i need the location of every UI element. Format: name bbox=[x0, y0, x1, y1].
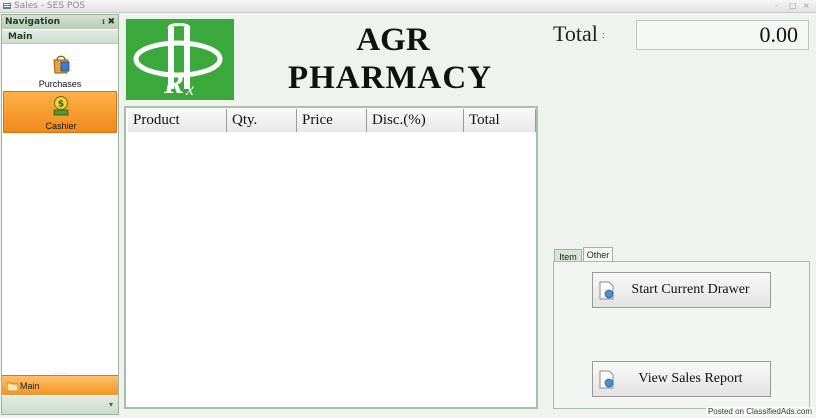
nav-item-label: Cashier bbox=[45, 121, 77, 131]
view-sales-report-button[interactable]: View Sales Report bbox=[592, 361, 771, 397]
watermark: Posted on ClassifiedAds.com bbox=[705, 407, 814, 416]
column-header-qty[interactable]: Qty. bbox=[227, 109, 297, 132]
pin-icon[interactable]: ᵻ bbox=[102, 15, 105, 29]
folder-icon bbox=[7, 382, 18, 391]
purchases-bag-icon bbox=[53, 55, 70, 74]
navigation-title: Navigation bbox=[5, 17, 61, 27]
column-header-discount[interactable]: Disc.(%) bbox=[367, 109, 464, 132]
window-title: Sales - SES POS bbox=[14, 1, 86, 11]
nav-item-purchases[interactable]: Purchases bbox=[3, 50, 117, 92]
nav-item-cashier[interactable]: $ Cashier bbox=[3, 91, 117, 133]
document-icon bbox=[599, 281, 614, 300]
start-current-drawer-label: Start Current Drawer bbox=[631, 282, 750, 297]
sales-grid[interactable]: Product Qty. Price Disc.(%) Total bbox=[124, 106, 538, 409]
nav-group-main[interactable]: Main bbox=[2, 30, 118, 44]
start-current-drawer-button[interactable]: Start Current Drawer bbox=[592, 272, 771, 308]
svg-text:x: x bbox=[185, 79, 194, 99]
cashier-money-icon: $ bbox=[53, 96, 69, 116]
svg-text:R: R bbox=[163, 67, 184, 100]
store-name-line2: PHARMACY bbox=[287, 60, 493, 96]
column-header-total[interactable]: Total bbox=[464, 109, 536, 132]
nav-group-button-label: Main bbox=[20, 381, 40, 391]
app-icon bbox=[3, 3, 11, 9]
store-name-line1: AGR bbox=[356, 22, 430, 58]
close-icon[interactable]: ✖ bbox=[107, 15, 115, 29]
minimize-button[interactable]: - bbox=[775, 0, 778, 12]
close-window-button[interactable]: × bbox=[803, 0, 810, 12]
view-sales-report-label: View Sales Report bbox=[638, 371, 743, 386]
total-value-field: 0.00 bbox=[636, 20, 809, 50]
total-label-group: Total: bbox=[553, 21, 605, 47]
grid-header: Product Qty. Price Disc.(%) Total bbox=[128, 109, 536, 132]
maximize-button[interactable]: □ bbox=[789, 0, 797, 12]
svg-text:$: $ bbox=[58, 100, 64, 110]
nav-item-label: Purchases bbox=[38, 79, 82, 89]
column-header-product[interactable]: Product bbox=[128, 109, 227, 132]
window-titlebar: Sales - SES POS - □ × bbox=[0, 0, 816, 13]
column-header-price[interactable]: Price bbox=[297, 109, 367, 132]
navigation-header: Navigation ᵻ ✖ bbox=[2, 15, 118, 29]
navigation-panel: Navigation ᵻ ✖ Main Purchases $ Cashier … bbox=[1, 14, 119, 415]
document-icon bbox=[599, 370, 614, 389]
store-name: AGR PHARMACY bbox=[240, 21, 540, 97]
nav-group-button-main[interactable]: Main bbox=[2, 375, 118, 395]
tab-other[interactable]: Other bbox=[583, 247, 613, 262]
total-colon: : bbox=[601, 30, 605, 42]
total-label: Total bbox=[553, 21, 598, 46]
chevron-down-icon[interactable]: ▾ bbox=[109, 400, 113, 409]
nav-footer: ▾ bbox=[2, 396, 118, 414]
rx-logo-icon: R x bbox=[126, 19, 234, 100]
